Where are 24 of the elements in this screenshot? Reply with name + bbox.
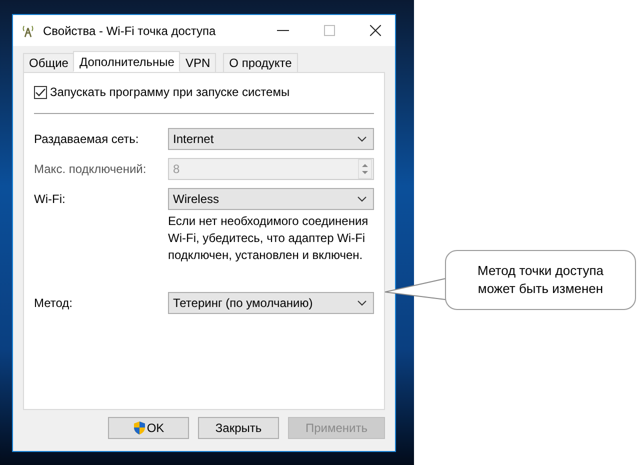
checkbox[interactable]	[34, 86, 47, 98]
dialog-button[interactable]: Закрыть	[198, 417, 279, 439]
chevron-down-icon	[357, 196, 367, 202]
tab[interactable]: О продукте	[223, 53, 298, 72]
window-title: Свойства - Wi-Fi точка доступа	[43, 22, 216, 40]
callout-text: Метод точки доступа может быть изменен	[476, 262, 604, 298]
tab[interactable]: Дополнительные	[73, 51, 180, 72]
dialog-button[interactable]: OK	[108, 417, 189, 439]
close-icon[interactable]	[370, 25, 381, 36]
dropdown[interactable]: Тетеринг (по умолчанию)	[168, 292, 374, 314]
field-label: Раздаваемая сеть:	[34, 131, 140, 148]
antenna-icon	[21, 24, 35, 38]
tab[interactable]: Общие	[23, 53, 74, 72]
minimize-icon[interactable]	[277, 30, 289, 32]
chevron-down-icon	[357, 136, 367, 142]
field-label: Wi-Fi:	[34, 191, 66, 208]
dropdown[interactable]: Internet	[168, 128, 374, 150]
field-label: Макс. подключений:	[34, 161, 148, 178]
chevron-down-icon	[357, 300, 367, 306]
field-label: Метод:	[34, 295, 74, 312]
checkbox-label: Запускать программу при запуске системы	[50, 84, 290, 101]
tab[interactable]: VPN	[179, 53, 216, 72]
hint-text: Если нет необходимого соединения Wi-Fi, убедитесь, что адаптер Wi-Fi подключен, установлен и включен.	[168, 213, 370, 264]
dropdown[interactable]: Wireless	[168, 188, 374, 210]
